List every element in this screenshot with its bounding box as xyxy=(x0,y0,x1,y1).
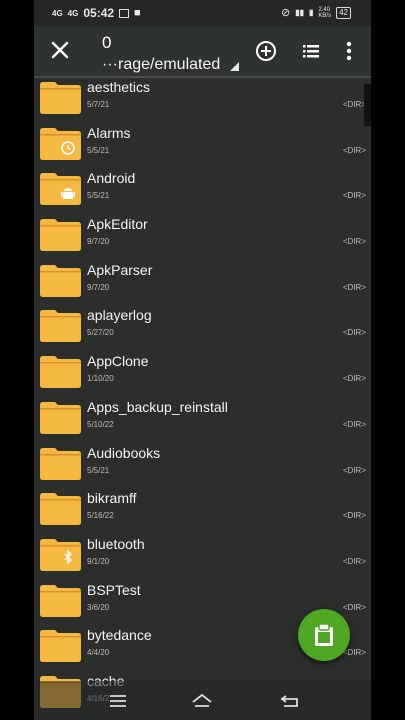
file-date: 9/7/20 xyxy=(87,237,110,247)
file-date: 5/10/22 xyxy=(87,419,114,429)
file-row[interactable]: bikramff 5/16/22 <DIR> xyxy=(34,489,371,535)
folder-icon xyxy=(40,82,81,114)
status-bar: 4G 4G 05:42 ■ ⊘ ▮▮ ▮ 2.40 KB/s 42 xyxy=(34,0,371,26)
home-icon[interactable] xyxy=(191,691,213,711)
path-dropdown-icon[interactable] xyxy=(230,62,239,71)
file-type: <DIR> xyxy=(342,328,366,338)
file-row[interactable]: aplayerlog 5/27/20 <DIR> xyxy=(34,306,371,352)
file-date: 4/4/20 xyxy=(87,648,110,658)
net-speed-unit: KB/s xyxy=(318,12,332,19)
file-name: aesthetics xyxy=(87,79,151,95)
file-row[interactable]: ApkParser 9/7/20 <DIR> xyxy=(34,261,371,307)
folder-icon xyxy=(40,310,81,343)
folder-icon xyxy=(40,264,81,297)
file-date: 1/10/20 xyxy=(87,374,114,384)
file-type: <DIR> xyxy=(342,237,366,247)
folder-icon xyxy=(40,447,81,480)
file-type: <DIR> xyxy=(342,602,366,612)
file-name: ApkParser xyxy=(87,261,153,278)
current-path[interactable]: ···rage/emulated xyxy=(102,56,220,74)
file-type: <DIR> xyxy=(342,374,366,384)
folder-icon xyxy=(40,584,81,617)
video-icon: ■ xyxy=(134,7,141,19)
file-date: 5/5/21 xyxy=(87,145,110,155)
file-name: Audiobooks xyxy=(87,444,161,461)
volte-icon: ▮▮ xyxy=(295,8,305,17)
wifi-icon: ▮ xyxy=(309,8,314,17)
file-name: Android xyxy=(87,170,136,187)
file-name: ApkEditor xyxy=(87,216,148,233)
file-name: Apps_backup_reinstall xyxy=(87,398,228,415)
folder-icon xyxy=(40,127,81,160)
notification-icon xyxy=(119,8,130,18)
file-date: 5/5/21 xyxy=(87,191,110,201)
folder-icon xyxy=(40,356,81,389)
file-type: <DIR> xyxy=(342,100,366,109)
folder-icon xyxy=(40,493,81,526)
file-date: 5/5/21 xyxy=(87,465,110,475)
file-date: 5/27/20 xyxy=(87,328,114,338)
file-name: bytedance xyxy=(87,627,152,644)
scrollbar-thumb[interactable] xyxy=(364,84,371,126)
file-name: aplayerlog xyxy=(87,307,152,324)
file-name: bikramff xyxy=(87,490,137,507)
close-icon[interactable] xyxy=(48,38,72,62)
menu-icon[interactable] xyxy=(107,691,129,711)
file-type: <DIR> xyxy=(342,419,366,429)
mute-icon: ⊘ xyxy=(280,7,291,19)
folder-icon xyxy=(40,219,81,252)
selection-toolbar: 0 ···rage/emulated xyxy=(34,26,371,78)
more-vert-icon[interactable] xyxy=(337,39,361,63)
file-type: <DIR> xyxy=(342,648,366,658)
folder-icon xyxy=(40,630,81,663)
folder-icon xyxy=(40,173,81,206)
file-row[interactable]: aesthetics 5/7/21 <DIR> xyxy=(34,78,371,124)
paste-button[interactable] xyxy=(298,609,350,661)
file-row[interactable]: AppClone 1/10/20 <DIR> xyxy=(34,352,371,398)
file-type: <DIR> xyxy=(342,556,366,566)
file-date: 9/7/20 xyxy=(87,282,110,292)
selected-count: 0 xyxy=(102,33,112,52)
folder-icon xyxy=(40,538,81,571)
battery-icon: 42 xyxy=(336,6,351,19)
file-row[interactable]: Android 5/5/21 <DIR> xyxy=(34,169,371,215)
file-name: Alarms xyxy=(87,124,131,141)
paste-clipboard-icon xyxy=(315,623,333,646)
file-manager-screen: 4G 4G 05:42 ■ ⊘ ▮▮ ▮ 2.40 KB/s 42 0 ···r… xyxy=(34,0,371,720)
file-name: AppClone xyxy=(87,353,149,370)
folder-icon xyxy=(40,401,81,434)
file-row[interactable]: Alarms 5/5/21 <DIR> xyxy=(34,124,371,170)
file-type: <DIR> xyxy=(342,511,366,521)
file-type: <DIR> xyxy=(342,191,366,201)
file-date: 3/6/20 xyxy=(87,602,110,612)
clock: 05:42 xyxy=(83,6,115,20)
file-row[interactable]: Apps_backup_reinstall 5/10/22 <DIR> xyxy=(34,398,371,444)
signal-1-label: 4G xyxy=(52,8,63,18)
file-type: <DIR> xyxy=(342,282,366,292)
file-row[interactable]: bluetooth 9/1/20 <DIR> xyxy=(34,535,371,581)
list-view-icon[interactable] xyxy=(299,39,323,63)
system-nav-bar xyxy=(34,681,371,720)
file-row[interactable]: ApkEditor 9/7/20 <DIR> xyxy=(34,215,371,261)
file-date: 5/16/22 xyxy=(87,511,114,521)
signal-2-label: 4G xyxy=(67,8,79,18)
net-speed: 2.40 KB/s xyxy=(318,7,331,19)
file-date: 9/1/20 xyxy=(87,556,110,566)
add-circle-icon[interactable] xyxy=(254,39,278,63)
file-row[interactable]: Audiobooks 5/5/21 <DIR> xyxy=(34,444,371,490)
file-name: bluetooth xyxy=(87,535,145,552)
file-type: <DIR> xyxy=(342,145,366,155)
file-type: <DIR> xyxy=(342,465,366,475)
file-date: 5/7/21 xyxy=(87,100,110,109)
file-name: BSPTest xyxy=(87,581,141,598)
back-icon[interactable] xyxy=(279,691,301,711)
